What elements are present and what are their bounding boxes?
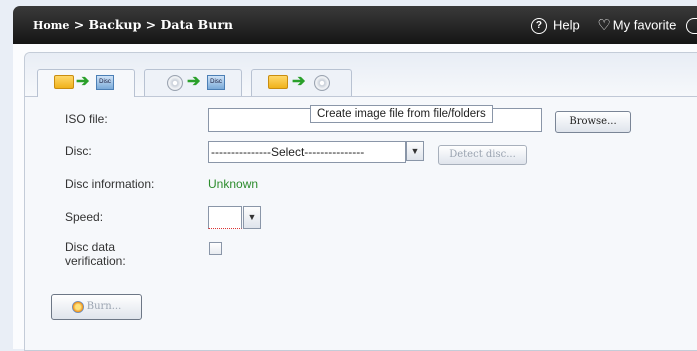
- breadcrumb-path: > Backup > Data Burn: [73, 17, 233, 32]
- more-icon[interactable]: [686, 17, 697, 34]
- breadcrumb-home[interactable]: Home: [33, 19, 69, 32]
- header-links: ? Help ♡ My favorite: [530, 6, 697, 45]
- tab-image-to-disc[interactable]: ➔ Disc: [144, 69, 242, 96]
- disc-label: Disc:: [65, 144, 92, 158]
- tab-bar: ➔ Disc ➔ Disc ➔: [25, 53, 697, 97]
- arrow-right-icon: ➔: [292, 73, 306, 90]
- disc-select[interactable]: ---------------Select--------------- ▼: [208, 141, 424, 163]
- breadcrumb: Home > Backup > Data Burn: [33, 6, 233, 45]
- disc-image-icon: [167, 75, 183, 91]
- disc-image-icon: [314, 75, 330, 91]
- disc-icon: Disc: [207, 75, 225, 90]
- speed-label: Speed:: [65, 210, 104, 224]
- burn-icon: [71, 300, 84, 313]
- disc-information-label: Disc information:: [65, 177, 155, 191]
- chevron-down-icon[interactable]: ▼: [243, 206, 261, 229]
- speed-select[interactable]: ▼: [208, 206, 261, 229]
- burn-label: Burn...: [86, 301, 122, 312]
- header-bar: Home > Backup > Data Burn ? Help ♡ My favo…: [13, 6, 697, 44]
- heart-icon: ♡: [597, 16, 611, 34]
- disc-icon: Disc: [96, 75, 114, 90]
- tab-create-image[interactable]: ➔: [251, 69, 352, 96]
- verification-label: Disc data verification:: [65, 240, 126, 268]
- disc-select-value: ---------------Select---------------: [211, 145, 365, 159]
- chevron-down-icon[interactable]: ▼: [406, 141, 424, 161]
- burn-button[interactable]: Burn...: [51, 294, 142, 320]
- iso-file-label: ISO file:: [65, 112, 108, 126]
- tab-files-to-disc[interactable]: ➔ Disc: [37, 69, 135, 97]
- tab-tooltip: Create image file from file/folders: [310, 105, 493, 123]
- folder-icon: [268, 75, 288, 89]
- folder-icon: [54, 75, 74, 89]
- help-icon: ?: [530, 17, 547, 34]
- detect-disc-button[interactable]: Detect disc...: [438, 145, 527, 165]
- help-label: Help: [552, 17, 580, 33]
- favorite-link[interactable]: ♡ My favorite: [597, 16, 680, 34]
- arrow-right-icon: ➔: [76, 73, 90, 90]
- browse-button[interactable]: Browse...: [555, 111, 631, 133]
- arrow-right-icon: ➔: [187, 73, 201, 90]
- help-link[interactable]: ? Help: [530, 17, 583, 34]
- favorite-label: My favorite: [612, 17, 677, 33]
- disc-information-value: Unknown: [208, 177, 259, 191]
- verification-checkbox[interactable]: [209, 242, 222, 255]
- data-burn-panel: ➔ Disc ➔ Disc ➔ ISO file: Create image f…: [24, 52, 697, 351]
